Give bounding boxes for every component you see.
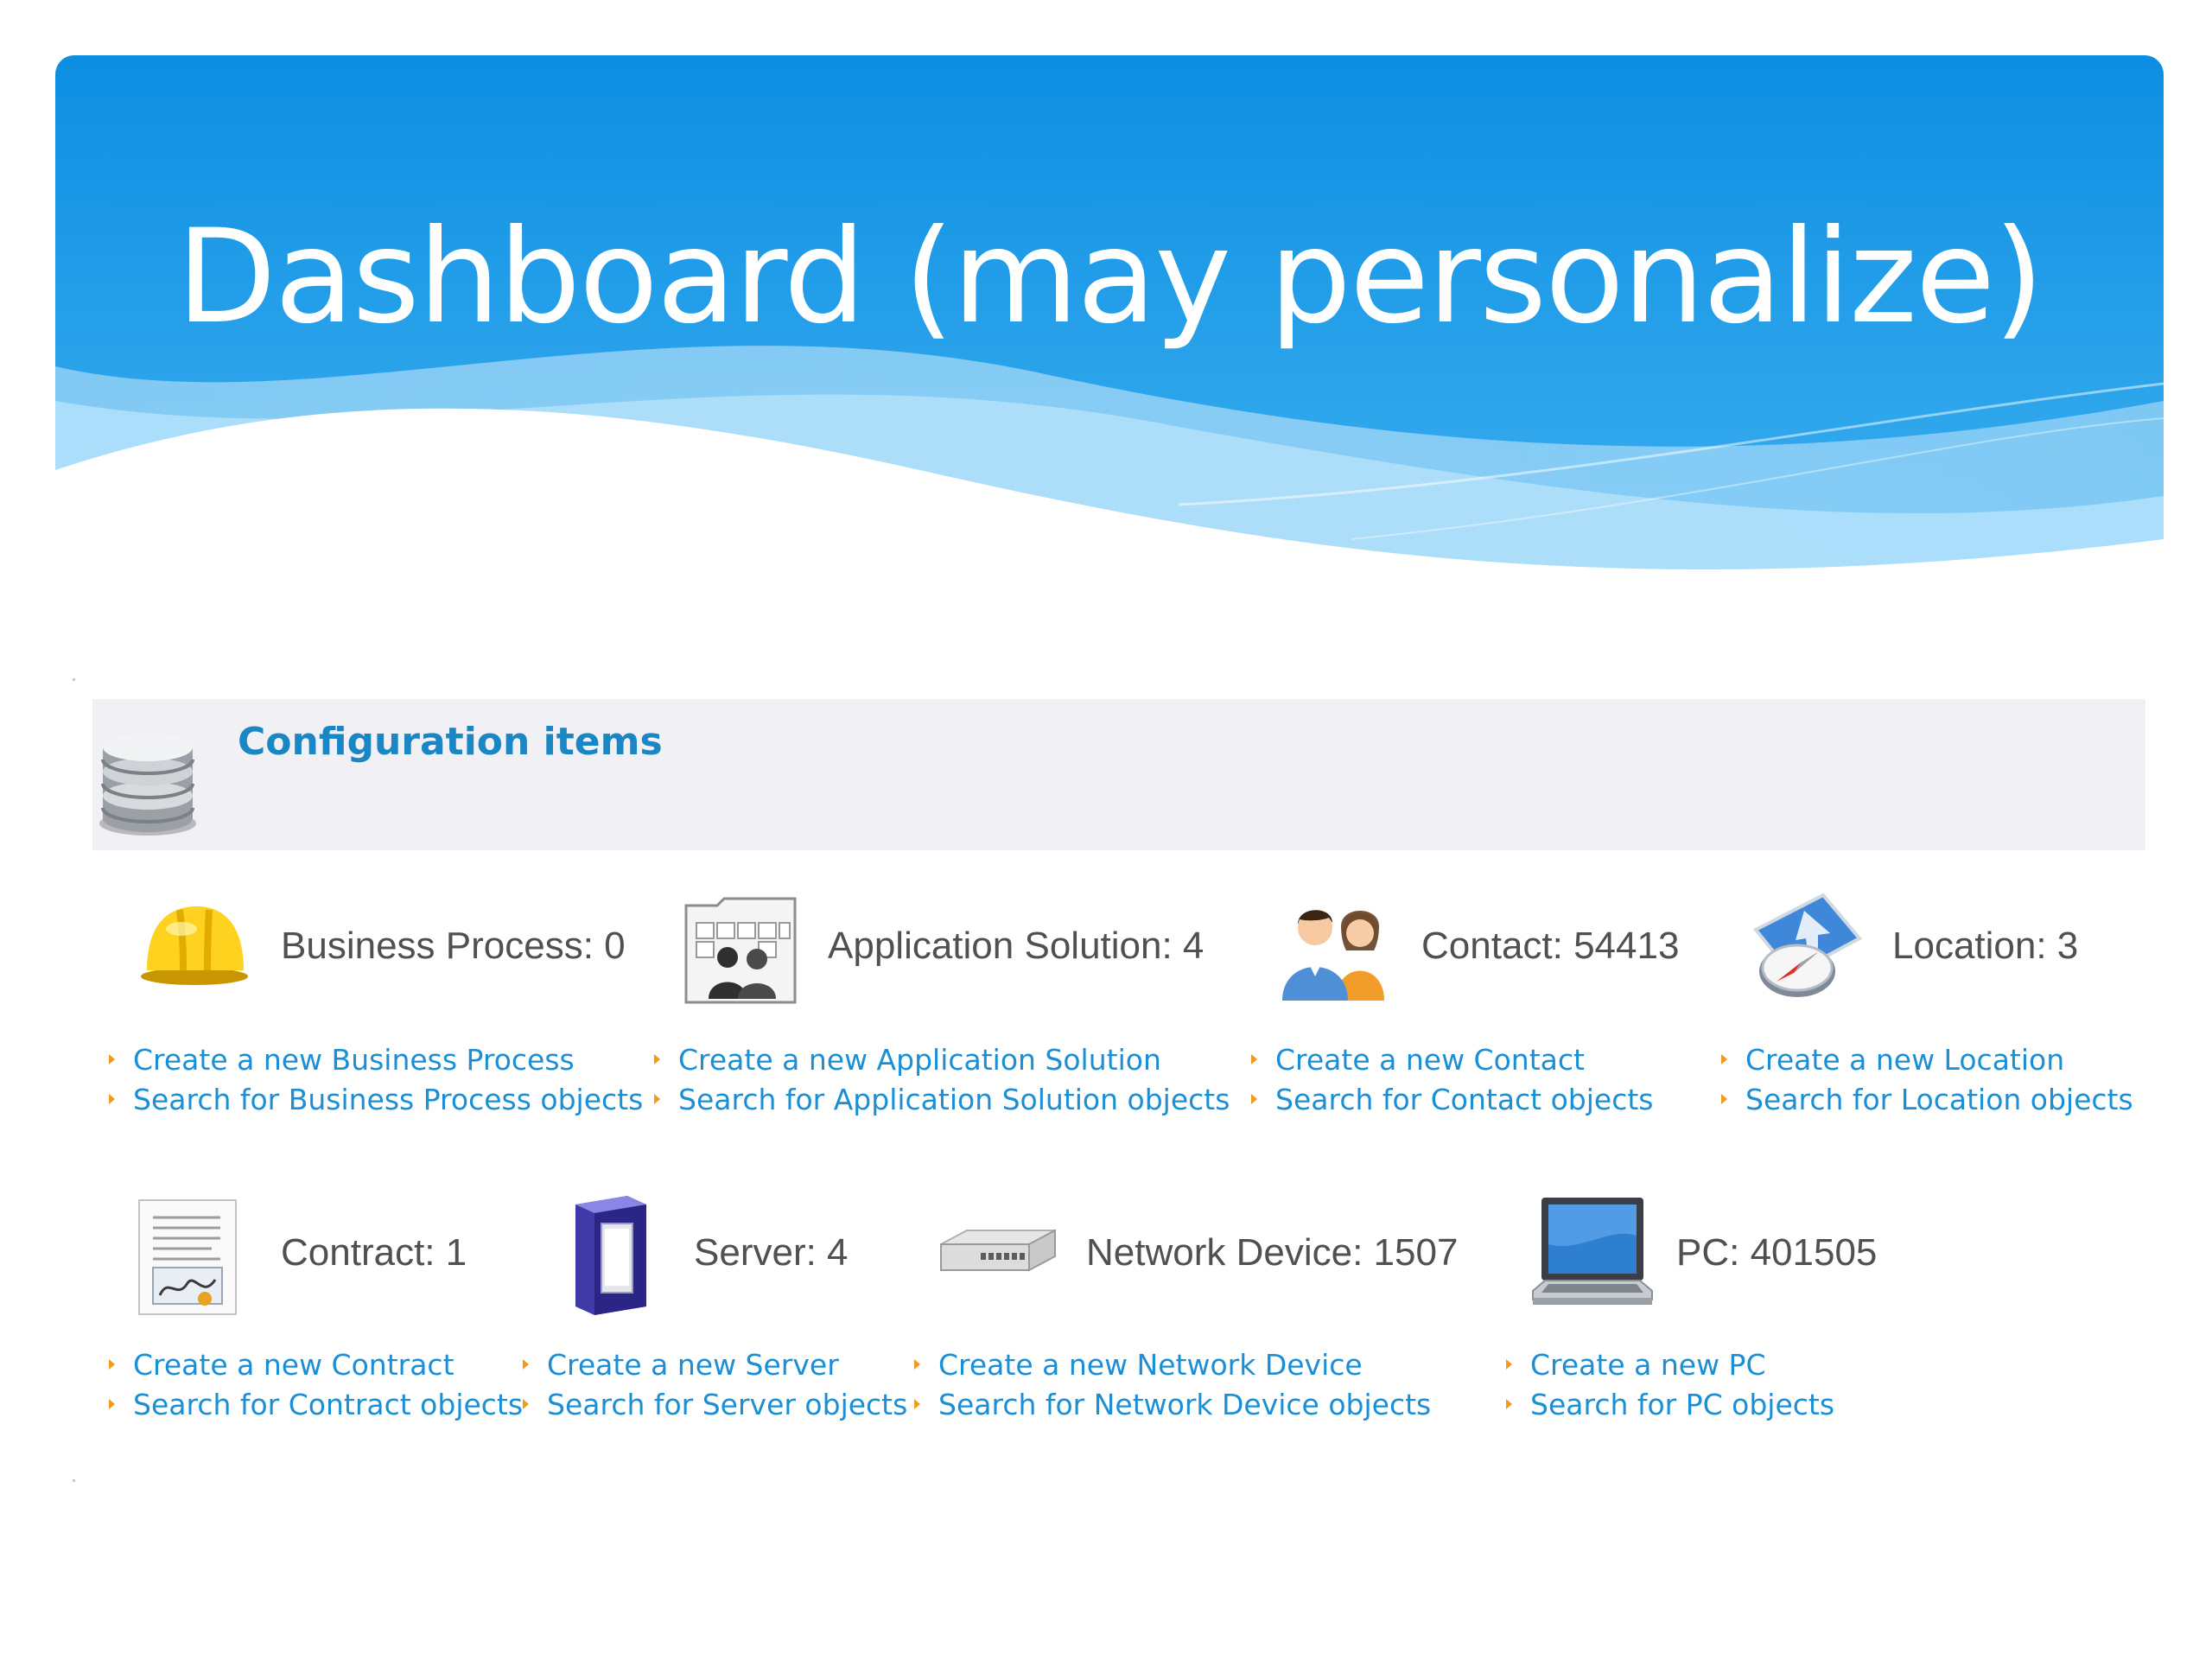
bullet-icon xyxy=(1721,1094,1727,1104)
section-header: Configuration items xyxy=(92,699,2145,850)
create-business-process-link[interactable]: Create a new Business Process xyxy=(133,1043,575,1077)
list-item: Create a new Server xyxy=(519,1345,907,1385)
list-item: Search for Application Solution objects xyxy=(651,1080,1230,1120)
list-item: Search for Contract objects xyxy=(105,1385,523,1425)
list-item: Search for Contact objects xyxy=(1248,1080,1654,1120)
pc-count: PC: 401505 xyxy=(1676,1231,1878,1274)
server-count: Server: 4 xyxy=(694,1231,849,1274)
list-item: Create a new Location xyxy=(1718,1040,2133,1080)
create-contact-link[interactable]: Create a new Contact xyxy=(1275,1043,1585,1077)
business-process-links: Create a new Business Process Search for… xyxy=(105,1040,643,1120)
list-item: Create a new Application Solution xyxy=(651,1040,1230,1080)
create-location-link[interactable]: Create a new Location xyxy=(1745,1043,2064,1077)
list-item: Create a new Contract xyxy=(105,1345,523,1385)
database-icon xyxy=(96,721,200,846)
list-item: Search for Location objects xyxy=(1718,1080,2133,1120)
contact-count: Contact: 54413 xyxy=(1421,925,1680,967)
bullet-icon xyxy=(1251,1054,1257,1065)
bullet-icon xyxy=(914,1399,920,1409)
bullet-icon xyxy=(1506,1399,1512,1409)
create-contract-link[interactable]: Create a new Contract xyxy=(133,1348,454,1382)
list-item: Search for Server objects xyxy=(519,1385,907,1425)
search-contract-link[interactable]: Search for Contract objects xyxy=(133,1388,523,1421)
bullet-icon xyxy=(109,1054,115,1065)
contract-count: Contract: 1 xyxy=(281,1231,467,1274)
contact-links: Create a new Contact Search for Contact … xyxy=(1248,1040,1654,1120)
bullet-icon xyxy=(914,1359,920,1370)
search-pc-link[interactable]: Search for PC objects xyxy=(1530,1388,1834,1421)
contract-links: Create a new Contract Search for Contrac… xyxy=(105,1345,523,1425)
location-count: Location: 3 xyxy=(1892,925,2079,967)
page-title: Dashboard (may personalize) xyxy=(176,202,2044,353)
list-item: Search for PC objects xyxy=(1503,1385,1834,1425)
bullet-icon xyxy=(654,1054,660,1065)
location-compass-icon[interactable] xyxy=(1744,890,1865,1010)
create-application-solution-link[interactable]: Create a new Application Solution xyxy=(678,1043,1161,1077)
corner-mark xyxy=(73,678,75,681)
list-item: Search for Network Device objects xyxy=(911,1385,1431,1425)
bullet-icon xyxy=(523,1359,529,1370)
search-business-process-link[interactable]: Search for Business Process objects xyxy=(133,1083,643,1116)
section-title: Configuration items xyxy=(238,720,663,764)
application-solution-links: Create a new Application Solution Search… xyxy=(651,1040,1230,1120)
create-network-device-link[interactable]: Create a new Network Device xyxy=(938,1348,1363,1382)
search-network-device-link[interactable]: Search for Network Device objects xyxy=(938,1388,1431,1421)
server-icon[interactable] xyxy=(570,1192,652,1321)
bullet-icon xyxy=(1251,1094,1257,1104)
bullet-icon xyxy=(109,1094,115,1104)
list-item: Create a new PC xyxy=(1503,1345,1834,1385)
laptop-icon[interactable] xyxy=(1529,1192,1655,1321)
header-banner: Dashboard (may personalize) xyxy=(55,55,2164,626)
create-pc-link[interactable]: Create a new PC xyxy=(1530,1348,1766,1382)
bullet-icon xyxy=(523,1399,529,1409)
bullet-icon xyxy=(109,1399,115,1409)
application-solution-count: Application Solution: 4 xyxy=(828,925,1205,967)
search-contact-link[interactable]: Search for Contact objects xyxy=(1275,1083,1654,1116)
create-server-link[interactable]: Create a new Server xyxy=(547,1348,839,1382)
application-solution-icon[interactable] xyxy=(683,897,799,1008)
search-application-solution-link[interactable]: Search for Application Solution objects xyxy=(678,1083,1230,1116)
contract-document-icon[interactable] xyxy=(134,1197,242,1321)
bullet-icon xyxy=(109,1359,115,1370)
location-links: Create a new Location Search for Locatio… xyxy=(1718,1040,2133,1120)
corner-mark xyxy=(73,1479,75,1482)
list-item: Create a new Business Process xyxy=(105,1040,643,1080)
bullet-icon xyxy=(1506,1359,1512,1370)
bullet-icon xyxy=(654,1094,660,1104)
list-item: Search for Business Process objects xyxy=(105,1080,643,1120)
pc-links: Create a new PC Search for PC objects xyxy=(1503,1345,1834,1425)
list-item: Create a new Network Device xyxy=(911,1345,1431,1385)
search-server-link[interactable]: Search for Server objects xyxy=(547,1388,907,1421)
search-location-link[interactable]: Search for Location objects xyxy=(1745,1083,2133,1116)
network-device-count: Network Device: 1507 xyxy=(1086,1231,1459,1274)
server-links: Create a new Server Search for Server ob… xyxy=(519,1345,907,1425)
hard-hat-icon[interactable] xyxy=(138,894,251,993)
contacts-icon[interactable] xyxy=(1277,899,1398,1006)
network-device-links: Create a new Network Device Search for N… xyxy=(911,1345,1431,1425)
network-switch-icon[interactable] xyxy=(938,1227,1058,1282)
business-process-count: Business Process: 0 xyxy=(281,925,626,967)
bullet-icon xyxy=(1721,1054,1727,1065)
list-item: Create a new Contact xyxy=(1248,1040,1654,1080)
